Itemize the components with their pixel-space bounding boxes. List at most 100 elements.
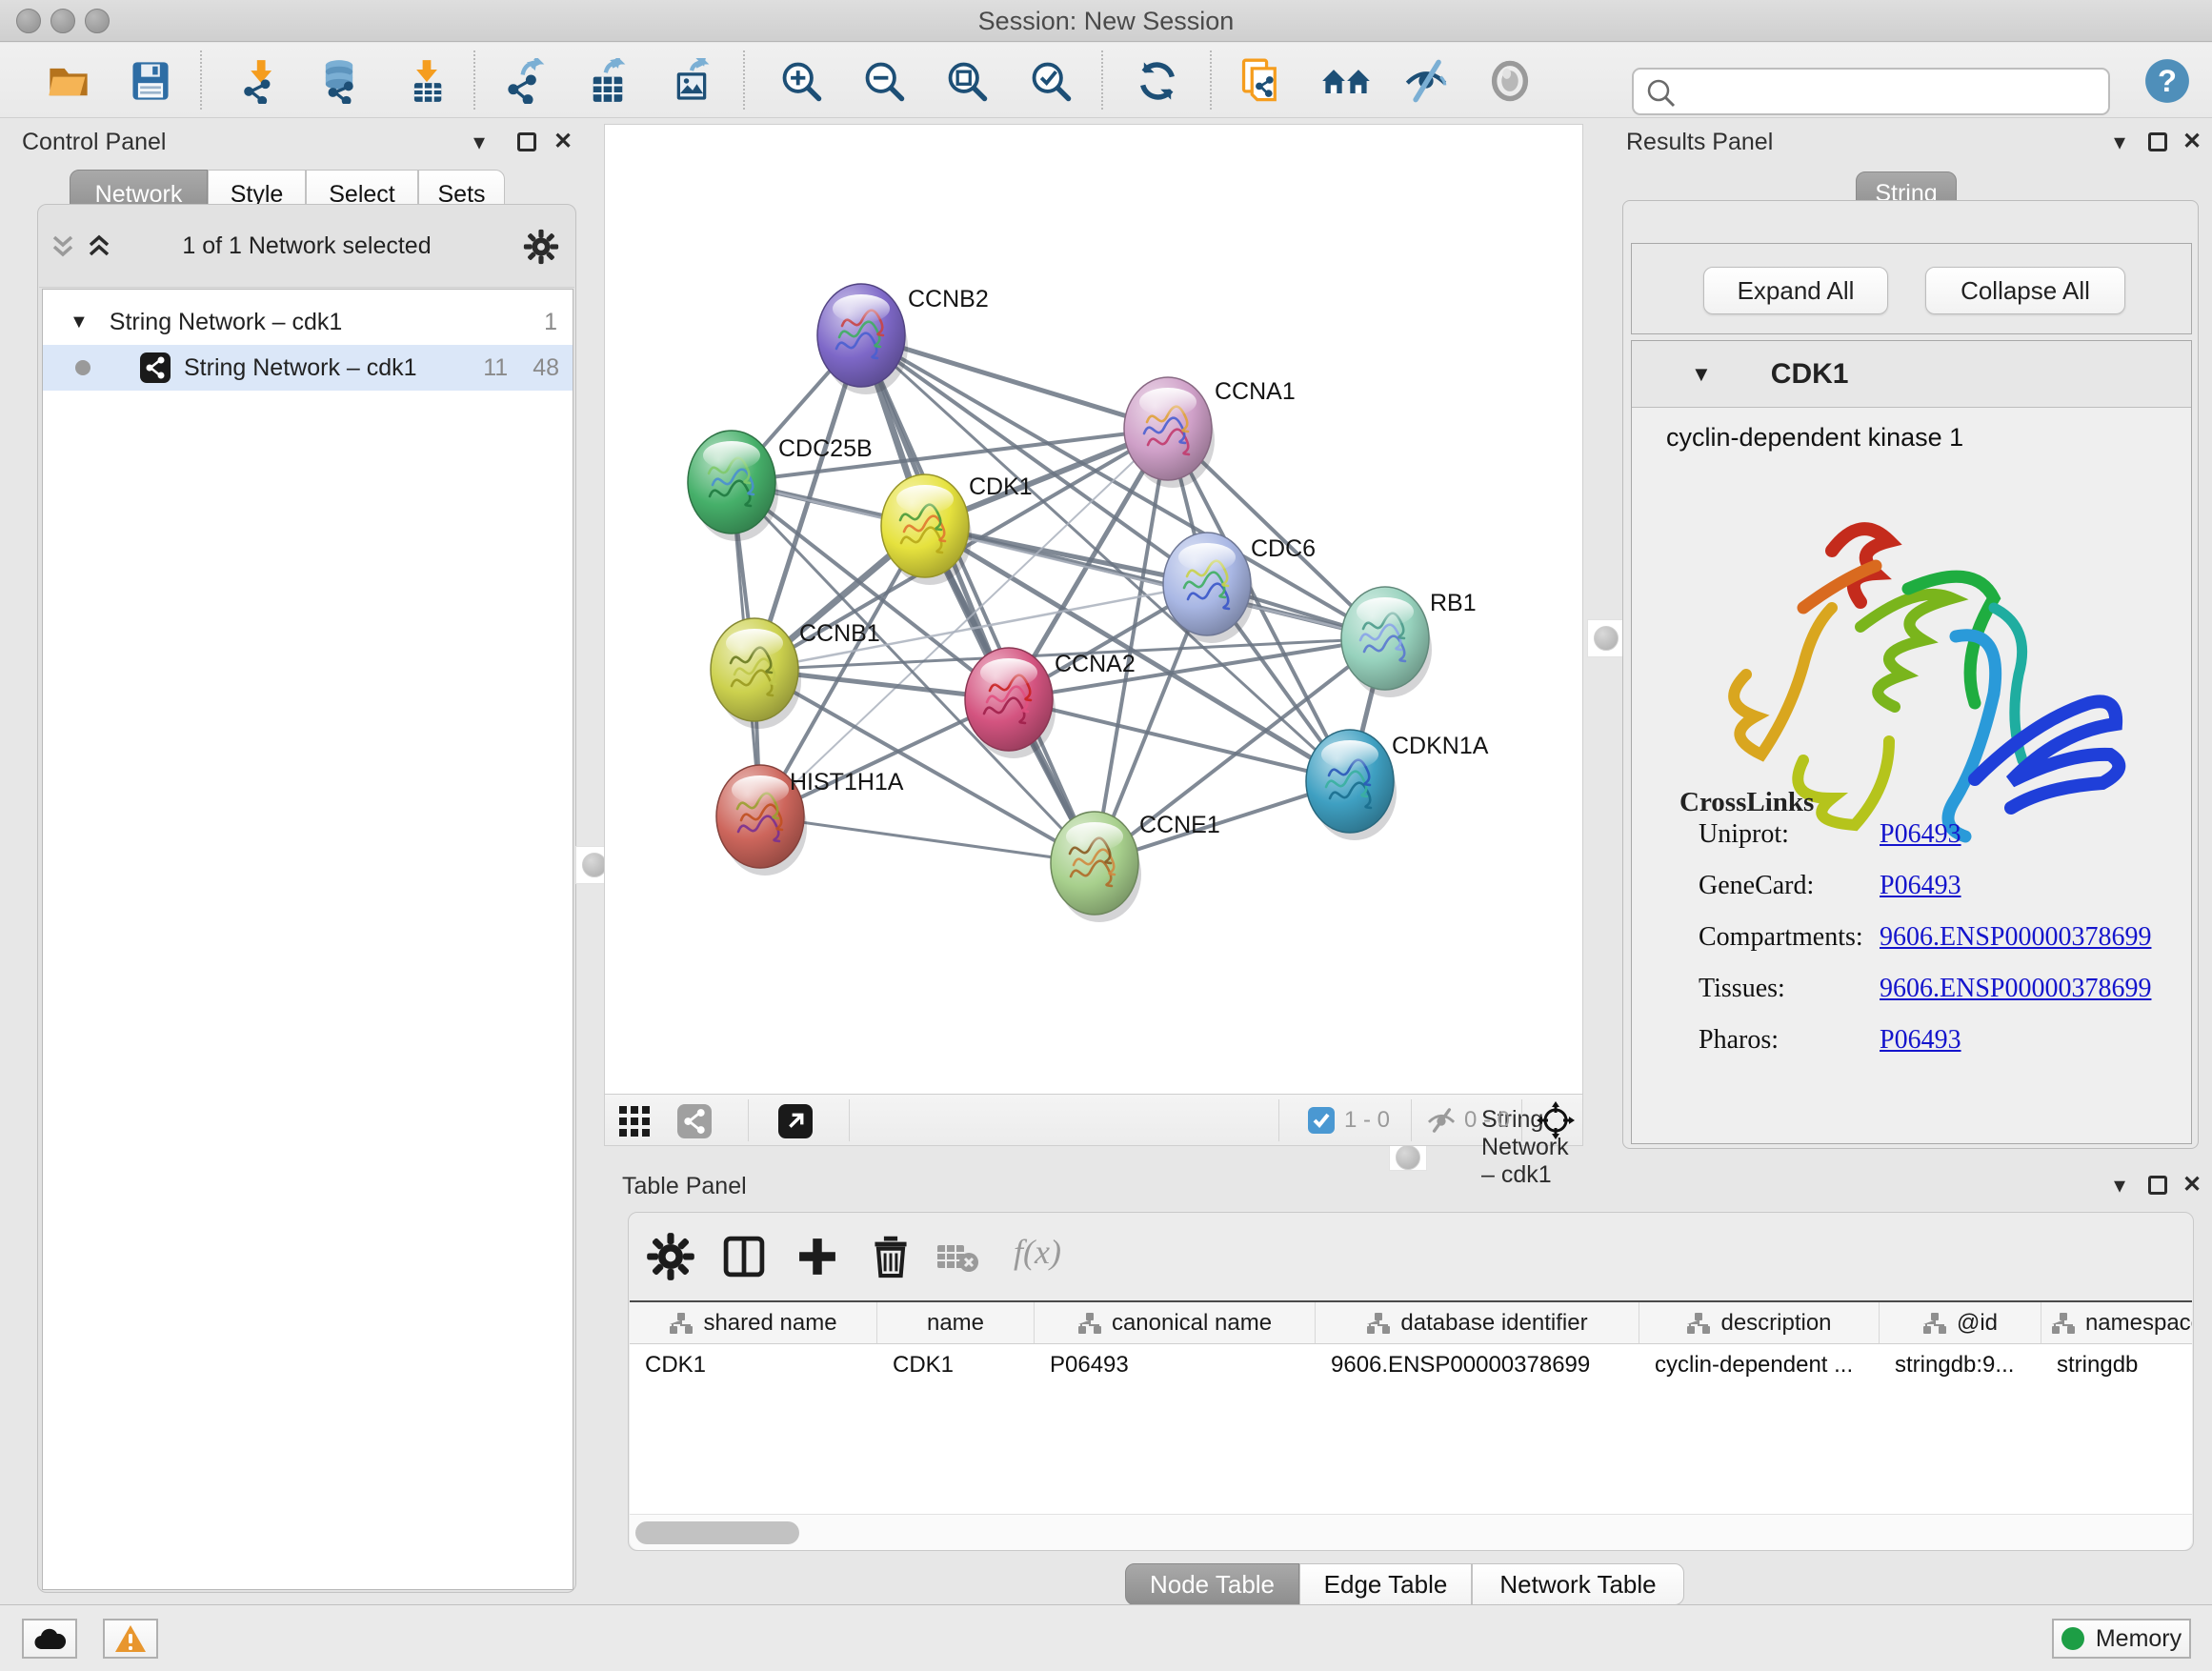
network-collection-row[interactable]: ▼ String Network – cdk1 1 — [43, 299, 573, 345]
function-builder-icon[interactable]: f(x) — [1014, 1232, 1061, 1272]
table-cell[interactable]: 9606.ENSP00000378699 — [1316, 1344, 1639, 1386]
create-column-plus-icon[interactable] — [793, 1232, 842, 1281]
table-cell[interactable]: stringdb — [2041, 1344, 2192, 1386]
control-panel-title: Control Panel — [22, 129, 166, 156]
export-table-icon[interactable] — [585, 58, 631, 104]
column-header[interactable]: namespace — [2041, 1302, 2192, 1344]
column-header[interactable]: name — [877, 1302, 1035, 1344]
crosslink-row: Tissues: 9606.ENSP00000378699 — [1632, 974, 2191, 1025]
svg-text:CDC6: CDC6 — [1251, 535, 1316, 562]
table-type-tabs: Node Table Edge Table Network Table — [1125, 1563, 1684, 1605]
crosslink-link[interactable]: 9606.ENSP00000378699 — [1880, 974, 2151, 1004]
selected-checkbox-icon[interactable] — [1308, 1107, 1335, 1134]
export-image-icon[interactable] — [669, 58, 714, 104]
open-session-icon[interactable] — [46, 58, 91, 104]
collapse-all-button[interactable]: Collapse All — [1925, 267, 2125, 314]
hidden-eye-slash-icon — [1426, 1107, 1457, 1134]
column-type-icon — [1922, 1312, 1947, 1335]
expand-all-button[interactable]: Expand All — [1703, 267, 1888, 314]
svg-text:CCNE1: CCNE1 — [1139, 812, 1220, 838]
delete-column-trash-icon[interactable] — [866, 1232, 915, 1281]
help-icon[interactable]: ? — [2144, 58, 2190, 104]
network-tree: ▼ String Network – cdk1 1 String Network… — [42, 289, 573, 1590]
clone-network-icon[interactable] — [1237, 58, 1283, 104]
grid-view-icon[interactable] — [618, 1105, 651, 1137]
save-session-icon[interactable] — [128, 58, 173, 104]
collapse-triangle-icon[interactable]: ▼ — [1691, 362, 1712, 387]
tab-node-table[interactable]: Node Table — [1125, 1563, 1299, 1605]
column-header[interactable]: canonical name — [1035, 1302, 1316, 1344]
table-cell[interactable]: cyclin-dependent ... — [1639, 1344, 1880, 1386]
table-panel-title: Table Panel — [622, 1173, 747, 1200]
gene-description: cyclin-dependent kinase 1 — [1666, 423, 1963, 453]
zoom-out-icon[interactable] — [861, 58, 907, 104]
svg-text:CCNB2: CCNB2 — [908, 286, 989, 312]
open-in-window-icon[interactable] — [778, 1104, 813, 1138]
memory-button[interactable]: Memory — [2052, 1619, 2191, 1659]
selection-status: 1 of 1 Network selected — [39, 232, 574, 260]
cloud-button[interactable] — [22, 1619, 77, 1659]
close-panel-icon[interactable]: ✕ — [553, 131, 573, 153]
cdk1-result-card: ▼ CDK1 cyclin-dependent kinase 1 — [1631, 340, 2192, 1144]
network-row[interactable]: String Network – cdk1 11 48 — [43, 345, 573, 391]
node-count: 11 — [483, 354, 508, 382]
right-splitter-handle[interactable] — [1587, 619, 1625, 657]
crosslink-link[interactable]: 9606.ENSP00000378699 — [1880, 922, 2151, 953]
tab-edge-table[interactable]: Edge Table — [1299, 1563, 1472, 1605]
footer-separator — [1411, 1099, 1412, 1141]
crosslink-link[interactable]: P06493 — [1880, 819, 1961, 850]
birdseye-crosshair-icon[interactable] — [1537, 1101, 1575, 1139]
network-options-gear-icon[interactable] — [523, 229, 559, 265]
hide-selected-eye-slash-icon[interactable] — [1403, 58, 1449, 104]
expander-triangle-icon[interactable]: ▼ — [70, 312, 89, 333]
table-options-gear-icon[interactable] — [646, 1232, 695, 1281]
toolbar-separator — [200, 50, 202, 110]
warnings-button[interactable] — [103, 1619, 158, 1659]
float-panel-icon[interactable] — [2148, 1176, 2167, 1195]
zoom-fit-icon[interactable] — [944, 58, 990, 104]
cdk1-card-header[interactable]: ▼ CDK1 — [1632, 341, 2191, 408]
tab-network-table[interactable]: Network Table — [1472, 1563, 1684, 1605]
table-cell[interactable]: P06493 — [1035, 1344, 1316, 1386]
table-cell[interactable]: CDK1 — [877, 1344, 1035, 1386]
import-network-from-file-icon[interactable] — [236, 58, 282, 104]
column-header[interactable]: description — [1639, 1302, 1880, 1344]
delete-table-icon[interactable] — [935, 1232, 979, 1281]
collection-label: String Network – cdk1 — [110, 309, 343, 336]
panel-menu-icon[interactable]: ▾ — [473, 131, 485, 154]
column-header[interactable]: @id — [1880, 1302, 2041, 1344]
column-header[interactable]: shared name — [630, 1302, 877, 1344]
svg-text:CCNB1: CCNB1 — [799, 620, 880, 647]
import-table-from-file-icon[interactable] — [404, 58, 450, 104]
panel-menu-icon[interactable]: ▾ — [2114, 1175, 2125, 1198]
column-header[interactable]: database identifier — [1316, 1302, 1639, 1344]
first-neighbors-houses-icon[interactable] — [1320, 58, 1372, 104]
close-panel-icon[interactable]: ✕ — [2182, 1174, 2202, 1197]
search-input[interactable] — [1683, 73, 2093, 110]
show-columns-icon[interactable] — [719, 1232, 769, 1281]
toolbar-separator — [473, 50, 475, 110]
horizontal-scrollbar[interactable] — [630, 1514, 2192, 1550]
float-panel-icon[interactable] — [2148, 132, 2167, 151]
network-view[interactable]: CCNB2CCNA1CDC25BCDK1CDC6RB1CCNB1CCNA2CDK… — [604, 124, 1583, 1146]
export-network-icon[interactable] — [504, 58, 550, 104]
close-panel-icon[interactable]: ✕ — [2182, 131, 2202, 153]
network-share-icon[interactable] — [677, 1104, 712, 1138]
main-toolbar: ? — [0, 43, 2212, 118]
show-all-eye-icon[interactable] — [1487, 58, 1533, 104]
network-canvas[interactable]: CCNB2CCNA1CDC25BCDK1CDC6RB1CCNB1CCNA2CDK… — [605, 125, 1582, 1094]
scrollbar-thumb[interactable] — [635, 1521, 799, 1544]
import-network-from-database-icon[interactable] — [316, 58, 362, 104]
table-cell[interactable]: CDK1 — [630, 1344, 877, 1386]
panel-menu-icon[interactable]: ▾ — [2114, 131, 2125, 154]
node-table: shared name name canonical name database… — [630, 1300, 2192, 1514]
table-cell[interactable]: stringdb:9... — [1880, 1344, 2041, 1386]
crosslink-link[interactable]: P06493 — [1880, 871, 1961, 901]
refresh-icon[interactable] — [1135, 58, 1180, 104]
crosslink-link[interactable]: P06493 — [1880, 1025, 1961, 1056]
string-network-icon — [140, 352, 171, 383]
svg-text:CCNA2: CCNA2 — [1055, 651, 1136, 677]
zoom-in-icon[interactable] — [778, 58, 824, 104]
zoom-selected-icon[interactable] — [1028, 58, 1074, 104]
float-panel-icon[interactable] — [517, 132, 536, 151]
